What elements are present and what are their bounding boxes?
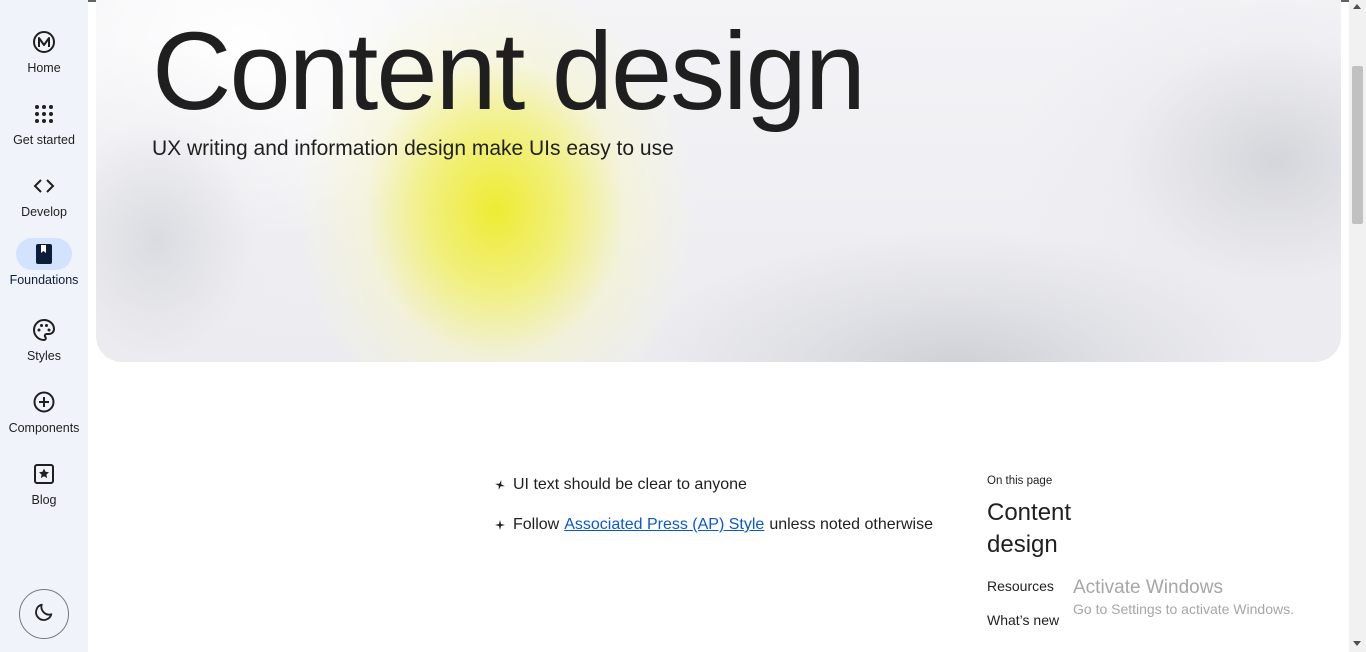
code-icon bbox=[16, 170, 72, 202]
nav-item-label: Get started bbox=[13, 133, 75, 147]
activation-watermark-subtitle: Go to Settings to activate Windows. bbox=[1073, 601, 1294, 617]
nav-item-develop[interactable]: Develop bbox=[0, 170, 88, 234]
sparkle-icon bbox=[495, 520, 505, 530]
list-item-text: UI text should be clear to anyone bbox=[513, 476, 747, 493]
list-item: Follow Associated Press (AP) Style unles… bbox=[495, 514, 955, 536]
scroll-up-arrow-icon[interactable] bbox=[1353, 4, 1361, 9]
star-box-icon bbox=[16, 458, 72, 490]
nav-item-get-started[interactable]: Get started bbox=[0, 98, 88, 162]
ap-style-link[interactable]: Associated Press (AP) Style bbox=[564, 516, 764, 534]
nav-item-styles[interactable]: Styles bbox=[0, 314, 88, 378]
nav-item-label: Blog bbox=[31, 493, 57, 507]
list-item-text: Follow bbox=[513, 516, 560, 533]
add-circle-icon bbox=[16, 386, 72, 418]
nav-item-label: Foundations bbox=[9, 273, 79, 287]
palette-icon bbox=[16, 314, 72, 346]
list-item-text: unless noted otherwise bbox=[769, 516, 933, 533]
scroll-down-arrow-icon[interactable] bbox=[1353, 641, 1361, 646]
moon-icon bbox=[33, 601, 55, 628]
summary-list: UI text should be clear to anyone Follow… bbox=[495, 474, 955, 554]
nav-item-components[interactable]: Components bbox=[0, 386, 88, 450]
activation-watermark-title: Activate Windows bbox=[1073, 577, 1223, 598]
theme-toggle-button[interactable] bbox=[19, 589, 69, 639]
navigation-rail: Home Get started Develop Foundations Sty… bbox=[0, 0, 88, 652]
nav-item-label: Styles bbox=[26, 349, 62, 363]
scrollbar-thumb[interactable] bbox=[1352, 66, 1363, 224]
nav-item-label: Home bbox=[27, 61, 61, 75]
list-item: UI text should be clear to anyone bbox=[495, 474, 955, 496]
nav-item-label: Components bbox=[8, 421, 80, 435]
material-logo-icon bbox=[16, 26, 72, 58]
nav-item-blog[interactable]: Blog bbox=[0, 458, 88, 522]
book-icon bbox=[16, 238, 72, 270]
nav-item-foundations[interactable]: Foundations bbox=[0, 238, 88, 302]
sparkle-icon bbox=[495, 480, 505, 490]
nav-item-label: Develop bbox=[21, 205, 67, 219]
apps-grid-icon bbox=[16, 98, 72, 130]
toc-heading: On this page bbox=[987, 475, 1053, 487]
nav-item-home[interactable]: Home bbox=[0, 26, 88, 90]
page-scrollbar[interactable] bbox=[1349, 0, 1366, 652]
toc-title-link[interactable]: Content design bbox=[987, 497, 1097, 561]
page-subtitle: UX writing and information design make U… bbox=[152, 137, 674, 160]
page-title: Content design bbox=[152, 10, 866, 133]
